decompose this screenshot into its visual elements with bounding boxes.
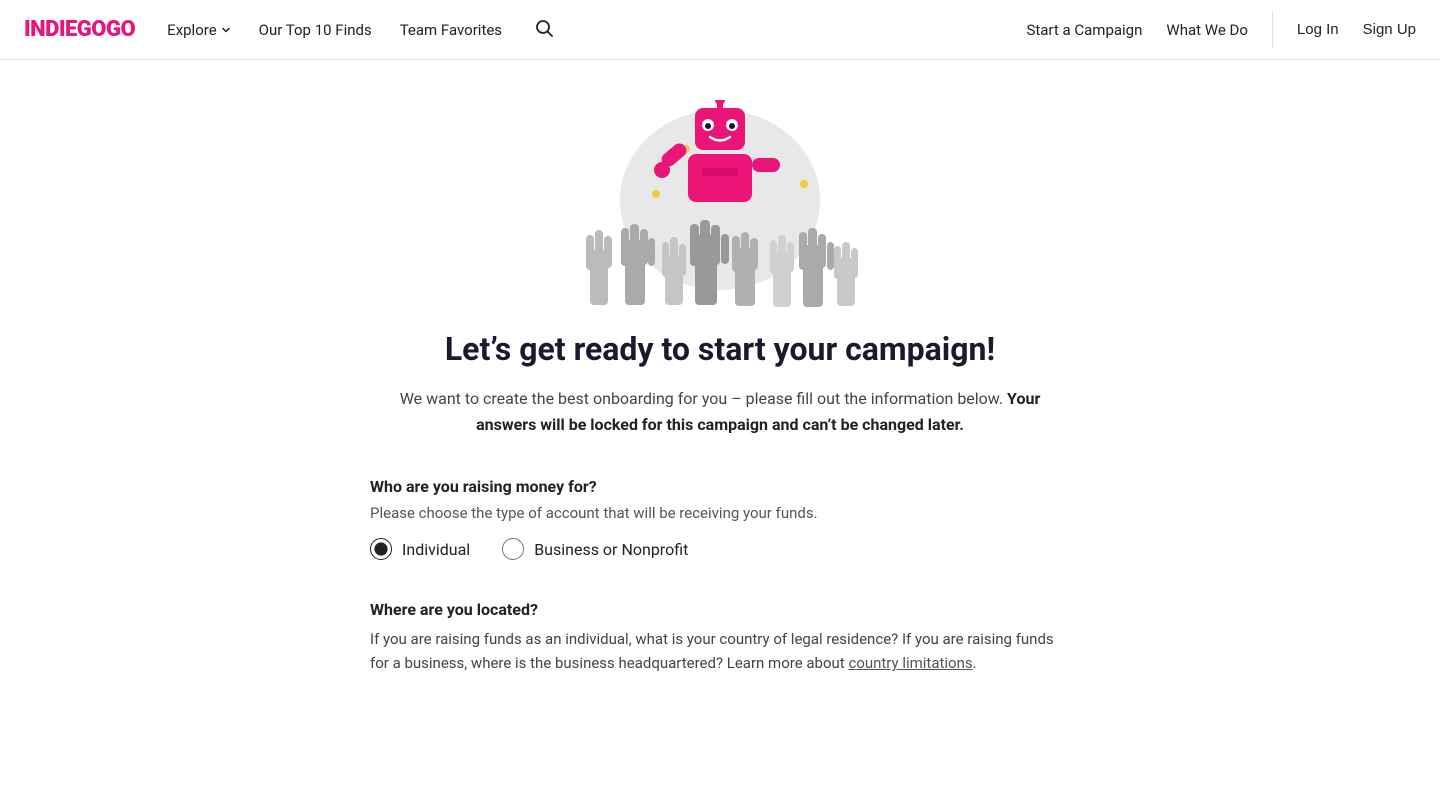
radio-business-label: Business or Nonprofit	[534, 540, 688, 559]
radio-group-account-type: Individual Business or Nonprofit	[370, 538, 1070, 560]
header: INDIEGOGO Explore Our Top 10 Finds Team …	[0, 0, 1440, 60]
hands-illustration	[575, 220, 865, 310]
nav-divider	[1272, 12, 1273, 48]
search-icon	[534, 18, 554, 38]
logo[interactable]: INDIEGOGO	[24, 17, 135, 42]
dot-3	[800, 180, 808, 188]
question-2-label: Where are you located?	[370, 600, 1070, 619]
nav-right: Start a Campaign What We Do Log In Sign …	[1026, 12, 1416, 48]
login-button[interactable]: Log In	[1297, 21, 1339, 38]
question-1-label: Who are you raising money for?	[370, 477, 1070, 496]
radio-individual[interactable]: Individual	[370, 538, 470, 560]
page-heading: Let’s get ready to start your campaign!	[445, 330, 995, 368]
question-1-hint: Please choose the type of account that w…	[370, 504, 1070, 522]
radio-business[interactable]: Business or Nonprofit	[502, 538, 688, 560]
main-content: Let’s get ready to start your campaign! …	[0, 60, 1440, 755]
radio-individual-input[interactable]	[370, 538, 392, 560]
chevron-down-icon	[221, 25, 231, 35]
campaign-form: Who are you raising money for? Please ch…	[370, 477, 1070, 695]
nav-top10[interactable]: Our Top 10 Finds	[259, 21, 372, 39]
radio-business-input[interactable]	[502, 538, 524, 560]
question-1-section: Who are you raising money for? Please ch…	[370, 477, 1070, 560]
nav-team-favorites[interactable]: Team Favorites	[400, 21, 502, 39]
country-limitations-link[interactable]: country limitations	[848, 654, 972, 672]
page-subtext: We want to create the best onboarding fo…	[370, 386, 1070, 437]
search-button[interactable]	[530, 14, 558, 45]
nav-explore[interactable]: Explore	[167, 21, 231, 39]
nav-start-campaign[interactable]: Start a Campaign	[1026, 21, 1142, 39]
question-2-text: If you are raising funds as an individua…	[370, 627, 1070, 675]
question-2-section: Where are you located? If you are raisin…	[370, 600, 1070, 675]
nav-left: Explore Our Top 10 Finds Team Favorites	[167, 14, 1026, 45]
illustration	[570, 90, 870, 310]
nav-what-we-do[interactable]: What We Do	[1166, 21, 1248, 39]
radio-individual-label: Individual	[402, 540, 470, 559]
signup-button[interactable]: Sign Up	[1363, 21, 1416, 38]
